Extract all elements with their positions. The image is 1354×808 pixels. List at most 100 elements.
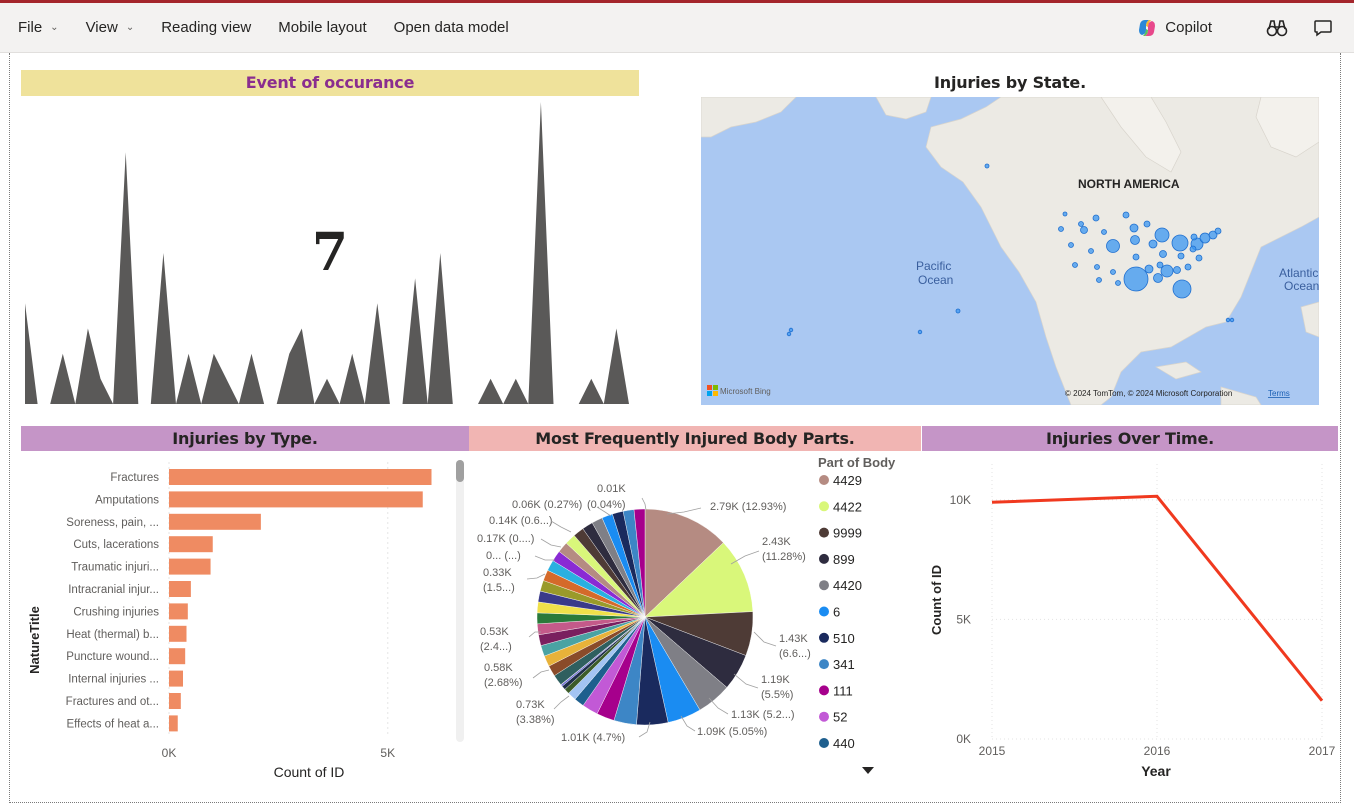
map-bubble[interactable] [984, 163, 990, 169]
map-bubble[interactable] [1062, 211, 1068, 217]
binoculars-icon[interactable] [1266, 17, 1288, 39]
legend-marker [819, 553, 829, 564]
map-bubble[interactable] [1195, 254, 1203, 262]
map-bubble[interactable] [1058, 226, 1064, 232]
map-bubble[interactable] [1130, 235, 1140, 245]
map-bubble[interactable] [1199, 232, 1211, 244]
map-bubble[interactable] [1190, 233, 1198, 241]
map-bubble[interactable] [917, 329, 923, 335]
map-canvas: NORTH AMERICA Pacific Ocean Atlantic Oce… [701, 97, 1319, 405]
map-bubble[interactable] [1115, 280, 1121, 286]
bar[interactable] [169, 581, 191, 597]
map-bubble[interactable] [955, 308, 961, 314]
map-bubble[interactable] [1088, 248, 1094, 254]
reading-view-button[interactable]: Reading view [161, 19, 251, 36]
view-menu[interactable]: View ⌄ [86, 19, 135, 36]
map-bubble[interactable] [1123, 266, 1149, 292]
map-label-atlantic: Atlantic [1279, 266, 1318, 280]
legend-marker [819, 659, 829, 670]
map-visual[interactable]: NORTH AMERICA Pacific Ocean Atlantic Oce… [701, 97, 1319, 405]
legend-item-label[interactable]: 4420 [833, 578, 862, 593]
map-bubble[interactable] [1173, 266, 1181, 274]
bar[interactable] [169, 603, 188, 620]
pie-leader-line [550, 520, 572, 533]
map-bubble[interactable] [1092, 214, 1100, 222]
bar-category-label: Amputations [95, 494, 159, 506]
bar[interactable] [169, 469, 432, 485]
bar[interactable] [169, 491, 423, 508]
pie-data-label: 1.43K [779, 633, 808, 645]
map-bubble[interactable] [1106, 239, 1120, 253]
pie-data-label-percent: (6.6...) [779, 648, 811, 660]
map-bubble[interactable] [1171, 234, 1189, 252]
pie-data-label-percent: (1.5...) [483, 582, 515, 594]
map-bubble[interactable] [1225, 317, 1231, 323]
map-bubble[interactable] [1078, 221, 1084, 227]
map-bubble[interactable] [1144, 264, 1154, 274]
open-data-model-button[interactable]: Open data model [394, 19, 509, 36]
mobile-layout-button[interactable]: Mobile layout [278, 19, 366, 36]
scrollbar-track[interactable] [456, 460, 464, 742]
bar[interactable] [169, 648, 186, 665]
pie-leader-line [641, 497, 647, 511]
map-bubble[interactable] [1172, 279, 1192, 299]
map-bubble[interactable] [1154, 227, 1170, 243]
map-bubble[interactable] [1148, 239, 1158, 249]
bar-category-label: Heat (thermal) b... [66, 629, 159, 641]
map-bubble[interactable] [1101, 229, 1107, 235]
map-bubble[interactable] [1229, 317, 1235, 323]
legend-item-label[interactable]: 899 [833, 552, 855, 567]
bar-category-label: Soreness, pain, ... [66, 517, 159, 529]
bar-chart-title: Injuries by Type. [21, 426, 469, 451]
legend-marker [819, 685, 829, 696]
bar[interactable] [169, 715, 178, 732]
map-bubble[interactable] [1068, 242, 1074, 248]
map-bubble[interactable] [786, 331, 792, 337]
comment-icon[interactable] [1312, 17, 1334, 39]
bar[interactable] [169, 670, 183, 687]
map-terms-link[interactable]: Terms [1268, 389, 1290, 398]
map-bubble[interactable] [1189, 245, 1197, 253]
pie-leader-line [532, 669, 550, 679]
map-bubble[interactable] [1072, 262, 1078, 268]
legend-item-label[interactable]: 510 [833, 631, 855, 646]
copilot-button[interactable]: Copilot [1137, 18, 1212, 38]
map-bubble[interactable] [1129, 223, 1139, 233]
bar[interactable] [169, 693, 181, 709]
legend-item-label[interactable]: 6 [833, 605, 840, 620]
map-bubble[interactable] [1153, 273, 1163, 283]
legend-item-label[interactable]: 4422 [833, 499, 862, 514]
map-bubble[interactable] [1214, 227, 1222, 235]
map-bubble[interactable] [1156, 261, 1164, 269]
bar[interactable] [169, 625, 187, 642]
chevron-down-icon: ⌄ [50, 22, 59, 33]
map-bubble[interactable] [1110, 269, 1116, 275]
map-bubble[interactable] [1132, 253, 1140, 261]
legend-scroll-down-icon[interactable] [862, 767, 874, 774]
map-bubble[interactable] [1159, 250, 1167, 258]
map-bubble[interactable] [1094, 264, 1100, 270]
map-bubble[interactable] [1184, 263, 1192, 271]
map-bubble[interactable] [1177, 252, 1185, 260]
legend-item-label[interactable]: 341 [833, 657, 855, 672]
bar[interactable] [169, 536, 213, 553]
map-bubble[interactable] [1096, 277, 1102, 283]
bar-category-label: Cuts, lacerations [73, 539, 159, 551]
bar-category-label: Internal injuries ... [68, 674, 159, 686]
legend-item-label[interactable]: 4429 [833, 473, 862, 488]
pie-data-label: 1.01K (4.7%) [561, 732, 625, 744]
legend-item-label[interactable]: 440 [833, 736, 855, 751]
legend-item-label[interactable]: 52 [833, 710, 847, 725]
pie-data-label-percent: (11.28%) [762, 551, 806, 563]
map-bubble[interactable] [1080, 226, 1088, 234]
map-bubble[interactable] [788, 327, 794, 333]
bar[interactable] [169, 513, 261, 530]
legend-item-label[interactable]: 111 [833, 683, 853, 698]
scrollbar-thumb[interactable] [456, 460, 464, 482]
map-bubble[interactable] [1143, 220, 1151, 228]
map-bubble[interactable] [1122, 211, 1130, 219]
bar[interactable] [169, 558, 211, 575]
pie-data-label: 0.73K [516, 699, 545, 711]
legend-item-label[interactable]: 9999 [833, 526, 862, 541]
file-menu[interactable]: File ⌄ [18, 19, 59, 36]
